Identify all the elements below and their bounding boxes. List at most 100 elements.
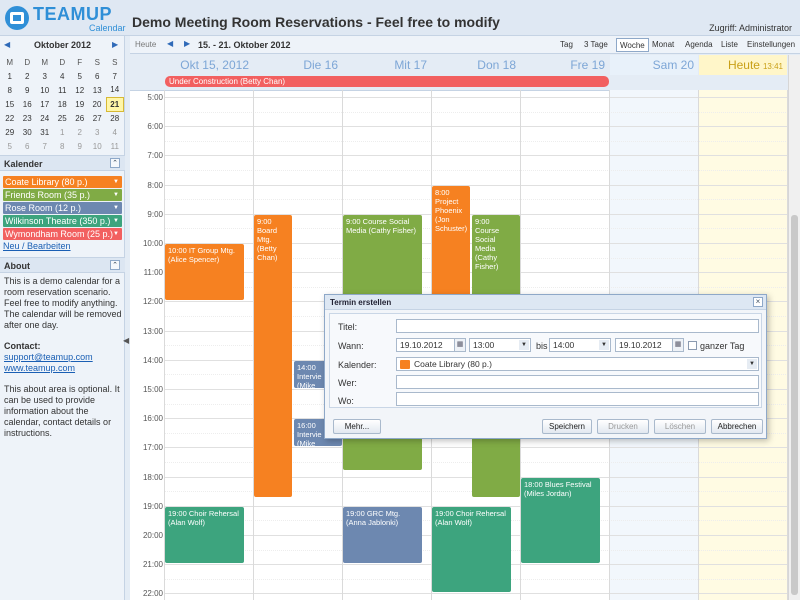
allday-event[interactable]: Under Construction (Betty Chan) (165, 76, 609, 87)
mini-calendar-day[interactable]: 2 (71, 125, 89, 139)
next-month-icon[interactable]: ▶ (112, 40, 118, 49)
mini-calendar-day[interactable]: 21 (105, 96, 124, 112)
calendar-item[interactable]: Wilkinson Theatre (350 p.) ▼ (3, 215, 122, 227)
mini-calendar-day[interactable]: 7 (36, 139, 54, 153)
chevron-down-icon[interactable]: ▼ (113, 176, 119, 188)
save-button[interactable]: Speichern (542, 419, 592, 434)
calendar-select[interactable]: Coate Library (80 p.) ▼ (396, 357, 759, 371)
calendar-event[interactable]: 10:00 IT Group Mtg. (Alice Spencer) (165, 244, 244, 301)
mini-calendar-day[interactable]: 3 (89, 125, 107, 139)
mini-calendar-day[interactable]: 8 (1, 83, 19, 97)
next-week-icon[interactable]: ▶ (184, 39, 190, 48)
mini-calendar-day[interactable]: 23 (19, 111, 37, 125)
calendar-item[interactable]: Coate Library (80 p.) ▼ (3, 176, 122, 188)
website-link[interactable]: www.teamup.com (4, 363, 75, 373)
mini-calendar-day[interactable]: 4 (106, 125, 124, 139)
collapse-up-icon[interactable]: ⌃ (110, 158, 120, 168)
mini-calendar-day[interactable]: 9 (71, 139, 89, 153)
about-panel-header[interactable]: About ⌃ (0, 257, 125, 273)
close-icon[interactable]: × (753, 297, 763, 307)
mini-calendar-day[interactable]: 14 (106, 83, 124, 97)
mini-calendar-day[interactable]: 10 (89, 139, 107, 153)
mini-calendar-day[interactable]: 7 (106, 69, 124, 83)
more-button[interactable]: Mehr... (333, 419, 381, 434)
end-date-input[interactable]: 19.10.2012 (615, 338, 673, 352)
view-day-button[interactable]: Tag (557, 38, 576, 52)
day-header[interactable]: Fre 19 (521, 55, 609, 75)
allday-checkbox[interactable] (688, 341, 697, 350)
day-header[interactable]: Don 18 (432, 55, 520, 75)
mini-calendar-day[interactable]: 2 (19, 69, 37, 83)
calendar-picker-icon[interactable]: ▦ (672, 338, 684, 352)
mini-calendar-day[interactable]: 3 (36, 69, 54, 83)
mini-calendar-day[interactable]: 24 (36, 111, 54, 125)
today-button[interactable]: Heute (135, 40, 156, 49)
mini-calendar-day[interactable]: 12 (71, 83, 89, 97)
view-list-button[interactable]: Liste (718, 38, 741, 52)
mini-calendar-day[interactable]: 1 (1, 69, 19, 83)
mini-calendar-day[interactable]: 26 (71, 111, 89, 125)
who-input[interactable] (396, 375, 759, 389)
title-input[interactable] (396, 319, 759, 333)
sidebar-toggle-icon[interactable]: ◀ (123, 336, 129, 350)
calendar-item[interactable]: Wymondham Room (25 p.) ▼ (3, 228, 122, 240)
mini-calendar-day[interactable]: 27 (89, 111, 107, 125)
mini-calendar-day[interactable]: 17 (36, 97, 54, 111)
cancel-button[interactable]: Abbrechen (711, 419, 763, 434)
teamup-logo[interactable]: TEAMUP Calendar (5, 3, 126, 33)
view-3days-button[interactable]: 3 Tage (581, 38, 611, 52)
mini-calendar-day[interactable]: 30 (19, 125, 37, 139)
mini-calendar-day[interactable]: 9 (19, 83, 37, 97)
mini-calendar-day[interactable]: 10 (36, 83, 54, 97)
mini-calendar-day[interactable]: 16 (19, 97, 37, 111)
collapse-up-icon[interactable]: ⌃ (110, 260, 120, 270)
start-date-input[interactable]: 19.10.2012 (396, 338, 456, 352)
day-header[interactable]: Die 16 (254, 55, 342, 75)
mini-calendar-day[interactable]: 28 (106, 111, 124, 125)
mini-calendar-day[interactable]: 6 (89, 69, 107, 83)
calendar-picker-icon[interactable]: ▦ (454, 338, 466, 352)
end-time-select[interactable]: 14:00 ▼ (549, 338, 611, 352)
view-month-button[interactable]: Monat (649, 38, 677, 52)
new-edit-calendars-link[interactable]: Neu / Bearbeiten (3, 241, 71, 251)
delete-button[interactable]: Löschen (654, 419, 706, 434)
settings-button[interactable]: Einstellungen (744, 38, 798, 52)
mini-calendar-day[interactable]: 15 (1, 97, 19, 111)
mini-calendar-day[interactable]: 18 (54, 97, 72, 111)
chevron-down-icon[interactable]: ▼ (113, 215, 119, 227)
mini-calendar-day[interactable]: 13 (89, 83, 107, 97)
mini-calendar-day[interactable]: 11 (54, 83, 72, 97)
mini-calendar-day[interactable]: 5 (1, 139, 19, 153)
mini-calendar-day[interactable]: 11 (106, 139, 124, 153)
calendar-item[interactable]: Friends Room (35 p.) ▼ (3, 189, 122, 201)
start-time-select[interactable]: 13:00 ▼ (469, 338, 531, 352)
mini-calendar-day[interactable]: 31 (36, 125, 54, 139)
day-header[interactable]: Okt 15, 2012 (165, 55, 253, 75)
support-email-link[interactable]: support@teamup.com (4, 352, 93, 362)
view-agenda-button[interactable]: Agenda (682, 38, 716, 52)
prev-week-icon[interactable]: ◀ (167, 39, 173, 48)
mini-calendar-day[interactable]: 29 (1, 125, 19, 139)
chevron-down-icon[interactable]: ▼ (113, 202, 119, 214)
view-week-button[interactable]: Woche (616, 38, 649, 52)
mini-calendar-day[interactable]: 25 (54, 111, 72, 125)
calendar-event[interactable]: 18:00 Blues Festival (Miles Jordan) (521, 477, 600, 564)
mini-calendar-day[interactable]: 4 (54, 69, 72, 83)
calendar-event[interactable]: 9:00 Board Mtg. (Betty Chan) (254, 214, 292, 498)
calendar-event[interactable]: 19:00 GRC Mtg. (Anna Jablonki) (343, 506, 422, 564)
mini-calendar-day[interactable]: 20 (89, 97, 107, 111)
grid-scrollbar[interactable] (788, 55, 800, 600)
calendar-event[interactable]: 19:00 Choir Rehersal (Alan Wolf) (165, 506, 244, 564)
day-header[interactable]: Mit 17 (343, 55, 431, 75)
dialog-titlebar[interactable]: Termin erstellen × (325, 295, 766, 310)
mini-calendar-day[interactable]: 5 (71, 69, 89, 83)
where-input[interactable] (396, 392, 759, 406)
mini-calendar-day[interactable]: 22 (1, 111, 19, 125)
mini-calendar-day[interactable]: 19 (71, 97, 89, 111)
chevron-down-icon[interactable]: ▼ (113, 189, 119, 201)
calendars-panel-header[interactable]: Kalender ⌃ (0, 155, 125, 171)
day-header[interactable]: Sam 20 (610, 55, 698, 75)
mini-calendar-day[interactable]: 8 (54, 139, 72, 153)
calendar-item[interactable]: Rose Room (12 p.) ▼ (3, 202, 122, 214)
chevron-down-icon[interactable]: ▼ (113, 228, 119, 240)
